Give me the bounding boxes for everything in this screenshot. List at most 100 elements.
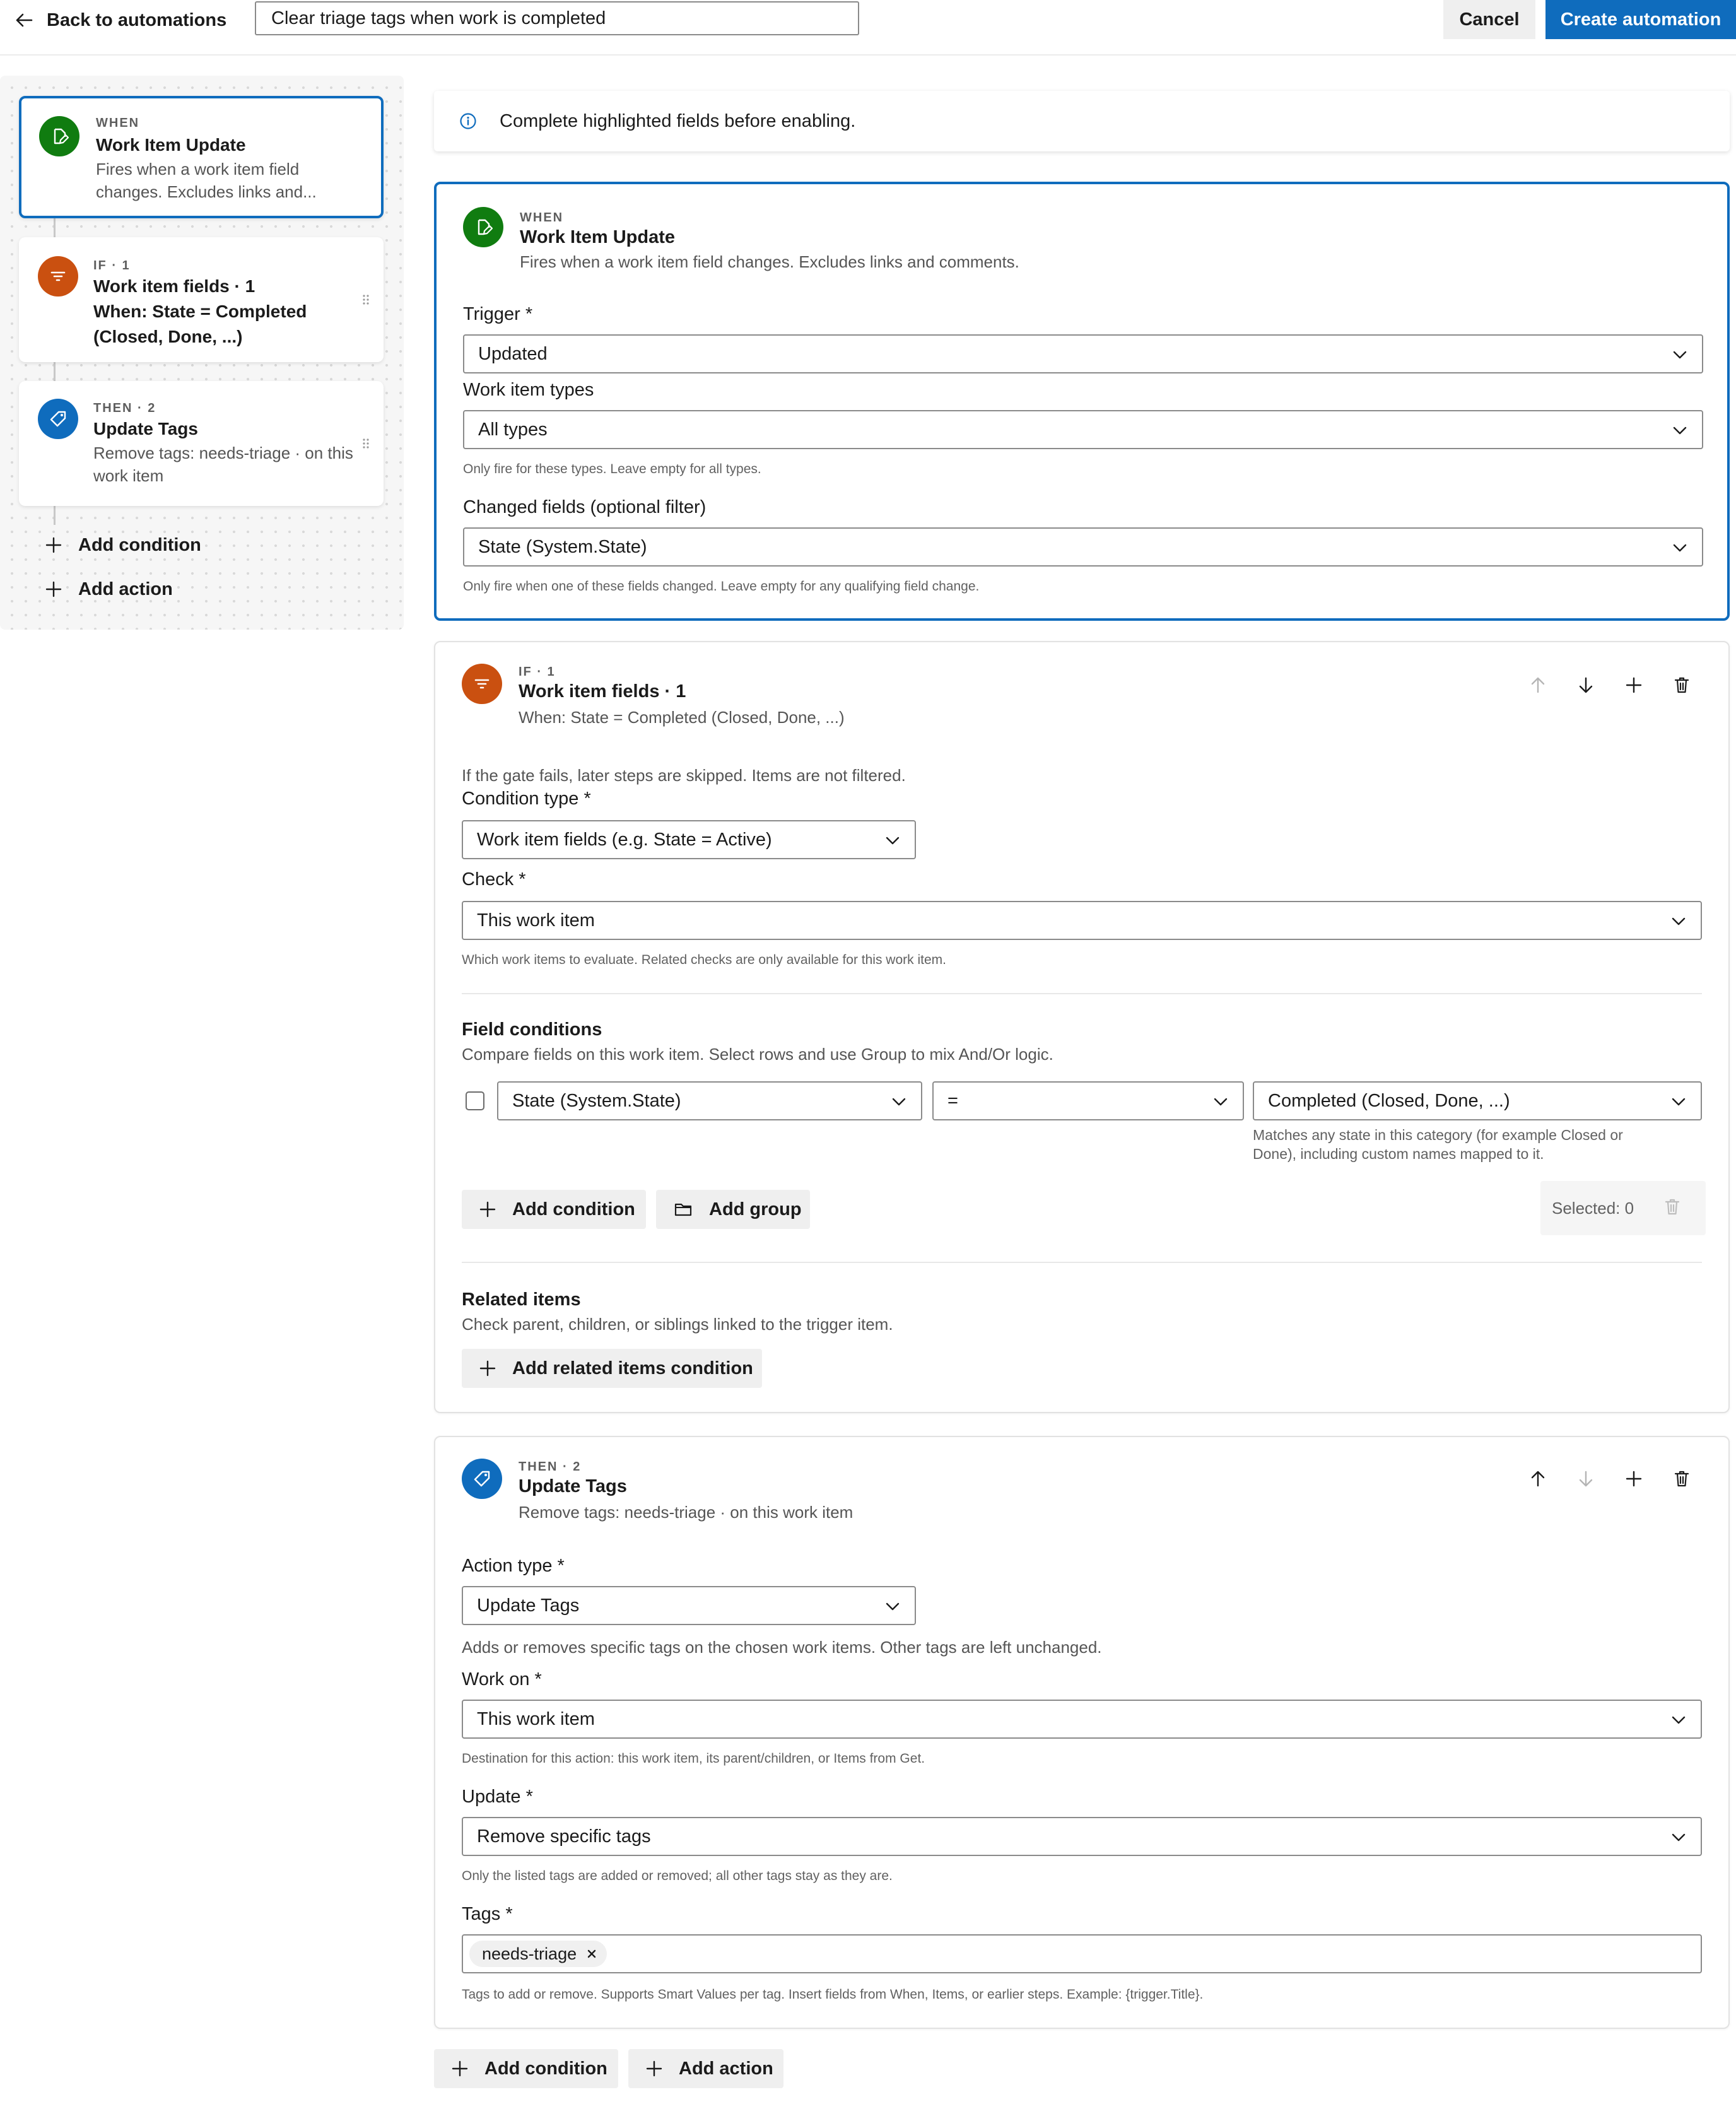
update-value: Remove specific tags bbox=[477, 1826, 651, 1847]
plus-icon bbox=[452, 2060, 468, 2077]
work-on-label: Work on * bbox=[462, 1669, 542, 1689]
rail-step-title: Update Tags bbox=[93, 419, 198, 438]
add-step-button[interactable] bbox=[1622, 1467, 1645, 1490]
panel-label: THEN · 2 bbox=[519, 1460, 582, 1474]
action-type-label: Action type * bbox=[462, 1556, 565, 1576]
plus-icon bbox=[646, 2060, 662, 2077]
footer-add-action-button[interactable]: Add action bbox=[628, 2049, 783, 2088]
panel-label: WHEN bbox=[520, 211, 564, 225]
related-items-title: Related items bbox=[462, 1290, 581, 1310]
panel-description: When: State = Completed (Closed, Done, .… bbox=[519, 708, 845, 727]
automation-name-input[interactable] bbox=[255, 1, 859, 35]
work-on-hint: Destination for this action: this work i… bbox=[462, 1751, 925, 1766]
edit-document-icon bbox=[39, 116, 79, 156]
trash-icon[interactable] bbox=[1664, 1197, 1680, 1216]
footer-add-condition-button[interactable]: Add condition bbox=[434, 2049, 618, 2088]
close-icon[interactable] bbox=[587, 1949, 597, 1959]
drag-handle-icon[interactable] bbox=[362, 438, 370, 449]
condition-operator-value: = bbox=[947, 1091, 958, 1111]
move-up-button[interactable] bbox=[1527, 674, 1549, 696]
condition-type-select[interactable]: Work item fields (e.g. State = Active) bbox=[462, 820, 916, 859]
action-type-value: Update Tags bbox=[477, 1595, 580, 1616]
action-type-hint: Adds or removes specific tags on the cho… bbox=[462, 1638, 1102, 1657]
rail-step-title: Work item fields · 1 bbox=[93, 276, 255, 296]
rail-step-then[interactable]: THEN · 2 Update Tags Remove tags: needs-… bbox=[19, 381, 384, 506]
chevron-down-icon bbox=[1673, 351, 1687, 359]
condition-row-checkbox[interactable] bbox=[466, 1091, 484, 1110]
delete-step-button[interactable] bbox=[1670, 674, 1693, 696]
filter-icon bbox=[38, 256, 78, 297]
gate-note: If the gate fails, later steps are skipp… bbox=[462, 766, 906, 785]
arrow-up-icon bbox=[1531, 1471, 1545, 1487]
work-item-types-hint: Only fire for these types. Leave empty f… bbox=[463, 462, 761, 476]
panel-description: Fires when a work item field changes. Ex… bbox=[520, 252, 1019, 271]
arrow-up-icon bbox=[1531, 677, 1545, 693]
chevron-down-icon bbox=[1673, 544, 1687, 552]
changed-fields-select[interactable]: State (System.State) bbox=[463, 527, 1703, 567]
rail-step-title: Work Item Update bbox=[96, 135, 246, 155]
tags-hint: Tags to add or remove. Supports Smart Va… bbox=[462, 1987, 1204, 2002]
chevron-down-icon bbox=[892, 1098, 906, 1106]
move-up-button[interactable] bbox=[1527, 1467, 1549, 1490]
work-item-types-label: Work item types bbox=[463, 380, 594, 400]
add-step-button[interactable] bbox=[1622, 674, 1645, 696]
create-automation-button[interactable]: Create automation bbox=[1545, 0, 1736, 39]
chevron-down-icon bbox=[886, 837, 900, 845]
tag-chip-label: needs-triage bbox=[482, 1944, 577, 1963]
chevron-down-icon bbox=[1214, 1098, 1228, 1106]
rail-add-action-button[interactable]: Add action bbox=[45, 577, 173, 602]
move-down-button[interactable] bbox=[1575, 1467, 1597, 1490]
check-value: This work item bbox=[477, 910, 595, 931]
chevron-down-icon bbox=[886, 1602, 900, 1611]
add-group-label: Add group bbox=[709, 1199, 802, 1219]
panel-title: Work item fields · 1 bbox=[519, 681, 686, 702]
trigger-label: Trigger * bbox=[463, 304, 533, 324]
add-condition-button[interactable]: Add condition bbox=[462, 1190, 646, 1229]
tag-chip: needs-triage bbox=[469, 1941, 607, 1967]
tags-input[interactable]: needs-triage bbox=[462, 1934, 1702, 1973]
add-related-items-label: Add related items condition bbox=[512, 1358, 753, 1378]
condition-type-label: Condition type * bbox=[462, 789, 591, 809]
condition-field-select[interactable]: State (System.State) bbox=[497, 1081, 922, 1120]
work-on-select[interactable]: This work item bbox=[462, 1700, 1702, 1739]
add-group-button[interactable]: Add group bbox=[656, 1190, 810, 1229]
update-select[interactable]: Remove specific tags bbox=[462, 1817, 1702, 1856]
add-related-items-condition-button[interactable]: Add related items condition bbox=[462, 1349, 762, 1388]
delete-step-button[interactable] bbox=[1670, 1467, 1693, 1490]
trigger-select[interactable]: Updated bbox=[463, 334, 1703, 373]
related-items-description: Check parent, children, or siblings link… bbox=[462, 1315, 893, 1334]
divider bbox=[462, 993, 1702, 994]
rail-step-if[interactable]: IF · 1 Work item fields · 1 When: State … bbox=[19, 237, 384, 362]
then-panel[interactable]: THEN · 2 Update Tags Remove tags: needs-… bbox=[434, 1436, 1730, 2029]
condition-value-select[interactable]: Completed (Closed, Done, ...) bbox=[1253, 1081, 1702, 1120]
check-select[interactable]: This work item bbox=[462, 901, 1702, 940]
if-panel[interactable]: IF · 1 Work item fields · 1 When: State … bbox=[434, 641, 1730, 1413]
move-down-button[interactable] bbox=[1575, 674, 1597, 696]
selected-count: Selected: 0 bbox=[1552, 1199, 1634, 1218]
panel-title: Work Item Update bbox=[520, 227, 676, 247]
back-label: Back to automations bbox=[47, 9, 227, 30]
when-panel[interactable]: WHEN Work Item Update Fires when a work … bbox=[434, 182, 1730, 621]
field-conditions-description: Compare fields on this work item. Select… bbox=[462, 1045, 1053, 1064]
rail-step-when[interactable]: WHEN Work Item Update Fires when a work … bbox=[19, 96, 384, 218]
plus-icon bbox=[45, 537, 62, 553]
work-item-types-select[interactable]: All types bbox=[463, 410, 1703, 449]
chevron-down-icon bbox=[1672, 1833, 1686, 1842]
chevron-down-icon bbox=[1672, 917, 1686, 925]
cancel-button[interactable]: Cancel bbox=[1443, 0, 1535, 39]
plus-icon bbox=[45, 581, 62, 597]
drag-handle-icon[interactable] bbox=[362, 294, 370, 305]
chevron-down-icon bbox=[1673, 426, 1687, 435]
tags-label: Tags * bbox=[462, 1904, 513, 1924]
condition-operator-select[interactable]: = bbox=[932, 1081, 1244, 1120]
rail-step-description: Remove tags: needs-triage · on this work… bbox=[93, 444, 353, 485]
rail-add-condition-button[interactable]: Add condition bbox=[45, 532, 201, 558]
work-item-types-value: All types bbox=[478, 420, 548, 440]
update-hint: Only the listed tags are added or remove… bbox=[462, 1869, 893, 1883]
action-type-select[interactable]: Update Tags bbox=[462, 1586, 916, 1625]
back-to-automations-link[interactable]: Back to automations bbox=[15, 9, 226, 32]
arrow-down-icon bbox=[1579, 1471, 1593, 1487]
condition-field-value: State (System.State) bbox=[512, 1091, 681, 1111]
condition-value-value: Completed (Closed, Done, ...) bbox=[1268, 1091, 1510, 1111]
chevron-down-icon bbox=[1672, 1716, 1686, 1724]
